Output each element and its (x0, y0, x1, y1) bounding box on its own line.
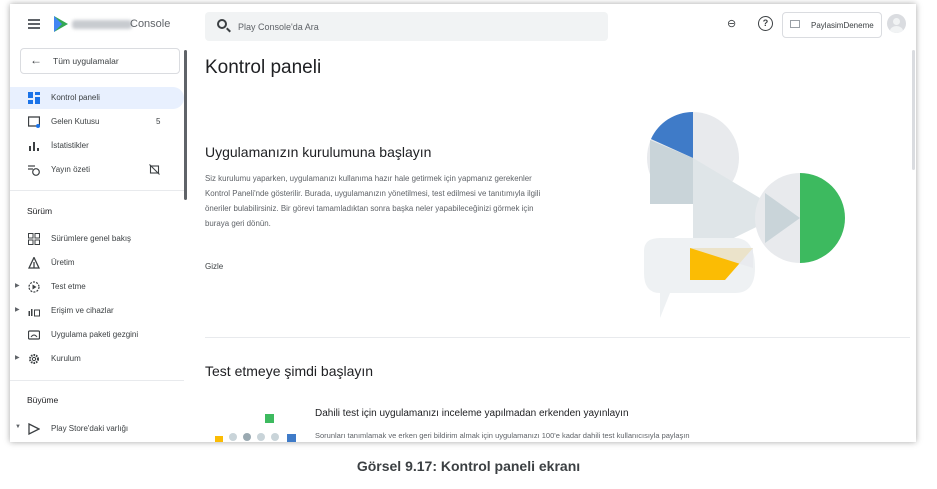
main-scrollbar[interactable] (912, 50, 915, 170)
sidebar-item-release-overview[interactable]: Sürümlere genel bakış (10, 228, 184, 250)
sidebar-item-testing[interactable]: ▶ Test etme (10, 276, 184, 298)
sidebar-item-publishing-overview[interactable]: Yayın özeti (10, 159, 184, 181)
expand-caret-icon[interactable]: ▶ (15, 306, 20, 313)
reach-devices-icon (28, 309, 40, 317)
publishing-overview-icon (28, 165, 40, 176)
hide-button[interactable]: Gizle (205, 262, 223, 271)
managed-publishing-off-icon (149, 164, 160, 175)
sidebar-item-label: Kurulum (51, 354, 81, 363)
section-divider (205, 337, 910, 338)
inbox-icon (28, 116, 40, 128)
setup-illustration (644, 111, 845, 318)
sidebar-item-production[interactable]: Üretim (10, 252, 184, 274)
sidebar-item-store-presence[interactable]: ▼ Play Store'daki varlığı (10, 418, 184, 440)
testing-heading: Test etmeye şimdi başlayın (205, 363, 374, 379)
section-heading-release: Sürüm (27, 206, 53, 216)
setup-heading: Uygulamanızın kurulumuna başlayın (205, 144, 432, 160)
sidebar-item-label: Üretim (51, 258, 75, 267)
sidebar-item-dashboard[interactable]: Kontrol paneli (10, 87, 184, 109)
figure-caption: Görsel 9.17: Kontrol paneli ekranı (356, 458, 581, 474)
link-icon[interactable]: ⊖ (727, 19, 741, 30)
setup-gear-icon (29, 354, 39, 364)
sidebar-item-label: Kontrol paneli (51, 93, 100, 102)
search-input[interactable]: Play Console'da Ara (238, 22, 319, 32)
page-title: Kontrol paneli (205, 57, 322, 78)
sidebar-item-setup[interactable]: ▶ Kurulum (10, 348, 184, 370)
sidebar-divider (10, 380, 184, 381)
help-icon[interactable]: ? (758, 16, 773, 31)
menu-icon[interactable] (28, 19, 40, 29)
setup-description: Siz kurulumu yaparken, uygulamanızı kull… (205, 174, 541, 228)
internal-testing-illustration (215, 414, 296, 442)
sidebar-item-bundle-explorer[interactable]: Uygulama paketi gezgini (10, 324, 184, 346)
store-presence-icon (28, 423, 40, 435)
bundle-explorer-icon (28, 330, 40, 340)
section-heading-growth: Büyüme (27, 395, 59, 405)
developer-account-switcher[interactable]: PaylasimDeneme (782, 12, 882, 38)
release-overview-icon (28, 233, 40, 245)
all-apps-button[interactable]: ← Tüm uygulamalar (20, 48, 180, 74)
collapse-caret-icon[interactable]: ▼ (15, 424, 21, 430)
sidebar-item-label: Sürümlere genel bakış (51, 234, 132, 243)
production-icon (28, 257, 40, 269)
all-apps-label: Tüm uygulamalar (53, 56, 119, 66)
account-name: PaylasimDeneme (811, 21, 874, 30)
back-arrow-icon: ← (30, 53, 42, 67)
sidebar-item-label: Erişim ve cihazlar (51, 306, 114, 315)
avatar[interactable] (887, 14, 906, 33)
brand-suffix: Console (130, 18, 171, 30)
testing-icon (28, 281, 40, 293)
expand-caret-icon[interactable]: ▶ (15, 354, 20, 361)
inbox-count-badge: 5 (156, 117, 161, 126)
sidebar-divider (10, 190, 184, 191)
sidebar-item-label: Yayın özeti (51, 165, 90, 174)
account-icon (790, 20, 800, 28)
sidebar-item-label: Gelen Kutusu (51, 117, 100, 126)
search-bar[interactable]: Play Console'da Ara (205, 12, 608, 41)
internal-testing-card-text: Sorunları tanımlamak ve erken geri bildi… (315, 431, 690, 440)
sidebar: Console ← Tüm uygulamalar Kontrol paneli… (10, 4, 188, 442)
dashboard-icon (28, 92, 40, 104)
bar-chart-icon (29, 142, 39, 151)
play-console-window: Console ← Tüm uygulamalar Kontrol paneli… (10, 4, 916, 442)
sidebar-item-label: Play Store'daki varlığı (51, 424, 129, 433)
sidebar-item-label: İstatistikler (51, 141, 89, 150)
play-console-logo (54, 16, 68, 32)
sidebar-item-reach-devices[interactable]: ▶ Erişim ve cihazlar (10, 300, 184, 322)
sidebar-item-label: Test etme (51, 282, 86, 291)
search-icon (217, 19, 227, 29)
sidebar-item-inbox[interactable]: Gelen Kutusu 5 (10, 111, 184, 133)
brand-name-blurred (72, 20, 132, 29)
internal-testing-card-title[interactable]: Dahili test için uygulamanızı inceleme y… (315, 408, 629, 419)
sidebar-scrollbar[interactable] (184, 50, 187, 200)
sidebar-item-statistics[interactable]: İstatistikler (10, 135, 184, 157)
sidebar-item-label: Uygulama paketi gezgini (51, 330, 139, 339)
expand-caret-icon[interactable]: ▶ (15, 282, 20, 289)
